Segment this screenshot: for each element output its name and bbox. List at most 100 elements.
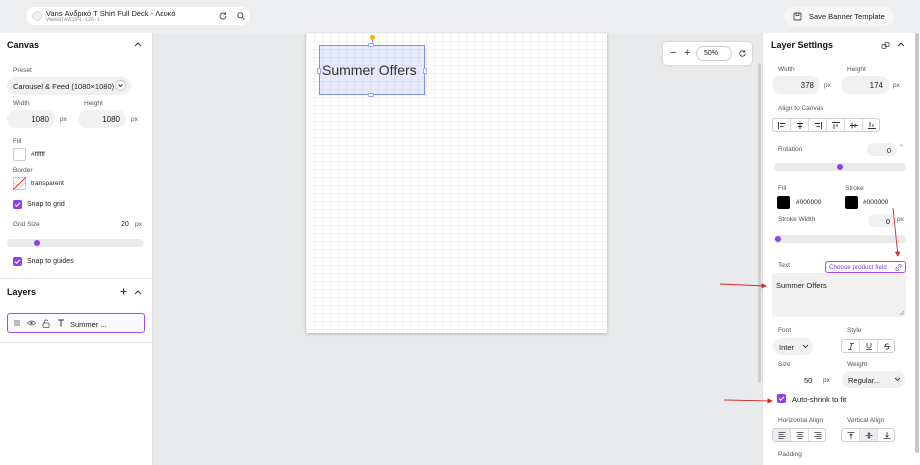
stroke-width-slider-thumb[interactable] — [775, 236, 781, 242]
chevron-down-icon — [802, 344, 809, 349]
refresh-icon[interactable] — [218, 11, 228, 21]
layer-text-value: Summer Offers — [776, 281, 827, 290]
canvas-scrollbar[interactable] — [758, 63, 761, 383]
preset-label: Preset — [13, 67, 32, 74]
align-left-button[interactable] — [773, 119, 791, 131]
rotation-slider[interactable] — [774, 163, 906, 171]
grid-size-slider[interactable] — [7, 239, 144, 247]
v-align-top-button[interactable] — [842, 429, 860, 441]
align-center-h-button[interactable] — [791, 119, 809, 131]
text-style-group — [841, 339, 895, 353]
resize-handle-bottom[interactable] — [368, 93, 374, 97]
section-divider — [0, 342, 153, 343]
choose-product-field-button[interactable]: Choose product field — [825, 261, 906, 273]
underline-button[interactable] — [860, 340, 878, 352]
resize-handle-top[interactable] — [368, 43, 374, 47]
collapse-layer-settings-chevron-icon[interactable] — [897, 41, 905, 47]
canvas-area[interactable]: Summer Offers − + 50% — [154, 33, 761, 465]
save-banner-template-button[interactable]: Save Banner Template — [784, 7, 894, 26]
align-bottom-button[interactable] — [863, 119, 881, 131]
canvas-border-swatch[interactable] — [13, 177, 26, 190]
font-size-value[interactable]: 50 — [804, 376, 812, 385]
snap-to-grid-checkbox[interactable] — [13, 200, 22, 209]
style-label: Style — [847, 327, 862, 334]
collapse-canvas-chevron-icon[interactable] — [134, 41, 142, 47]
drag-handle-icon[interactable] — [13, 319, 21, 327]
height-unit: px — [131, 116, 138, 123]
layer-height-input[interactable]: 174 — [841, 76, 889, 94]
layer-width-label: Width — [778, 66, 795, 73]
save-button-label: Save Banner Template — [809, 12, 885, 21]
snap-to-guides-checkbox[interactable] — [13, 257, 22, 266]
collapse-layers-chevron-icon[interactable] — [134, 289, 142, 295]
resize-handle-left[interactable] — [317, 68, 321, 74]
width-label: Width — [13, 100, 30, 107]
resize-handle-right[interactable] — [423, 68, 427, 74]
chevron-down-icon — [894, 377, 901, 382]
layer-width-input[interactable]: 378 — [772, 76, 820, 94]
layer-name: Summer ... — [70, 320, 107, 329]
panel-scrollbar[interactable] — [915, 33, 919, 453]
height-label: Height — [84, 100, 103, 107]
layer-item[interactable]: Summer ... — [7, 313, 145, 333]
auto-shrink-checkbox[interactable] — [777, 394, 786, 403]
align-top-button[interactable] — [827, 119, 845, 131]
unlock-icon[interactable] — [42, 319, 50, 328]
stroke-width-slider[interactable] — [774, 235, 906, 243]
zoom-control: − + 50% — [663, 42, 752, 65]
layer-settings-panel: Layer Settings Width 378 px Height 174 p… — [762, 33, 920, 465]
selected-text-layer[interactable]: Summer Offers — [319, 45, 425, 95]
grid-size-value[interactable]: 20 — [121, 221, 129, 228]
font-select[interactable]: Inter — [773, 338, 813, 355]
canvas-width-input[interactable]: 1080 — [7, 110, 55, 128]
rotation-input[interactable]: 0 — [867, 143, 897, 156]
link-icon[interactable] — [881, 41, 890, 50]
italic-button[interactable] — [842, 340, 860, 352]
layer-width-unit: px — [824, 82, 831, 89]
layer-fill-swatch[interactable] — [777, 196, 790, 209]
save-icon — [793, 12, 802, 21]
canvas-height-input[interactable]: 1080 — [78, 110, 126, 128]
canvas-fill-swatch[interactable] — [13, 148, 26, 161]
align-middle-v-button[interactable] — [845, 119, 863, 131]
transparent-slash-icon — [13, 177, 26, 190]
layer-fill-value: #000000 — [796, 199, 822, 206]
v-align-bottom-button[interactable] — [878, 429, 896, 441]
zoom-out-icon[interactable]: − — [670, 47, 676, 59]
preset-select[interactable]: Carousel & Feed (1080×1080) — [7, 77, 131, 95]
align-right-button[interactable] — [809, 119, 827, 131]
search-icon[interactable] — [236, 11, 246, 21]
preset-value: Carousel & Feed (1080×1080) — [13, 82, 115, 91]
h-align-center-button[interactable] — [791, 429, 809, 441]
h-align-left-button[interactable] — [773, 429, 791, 441]
top-bar: Vans Ανδρικό T Shirt Full Deck - Λευκό V… — [0, 0, 920, 33]
stroke-width-input[interactable]: 0 — [868, 214, 896, 227]
add-layer-plus-icon[interactable] — [120, 288, 127, 295]
font-weight-select[interactable]: Regular... — [842, 371, 905, 388]
zoom-in-icon[interactable]: + — [684, 47, 690, 59]
weight-label: Weight — [847, 361, 868, 368]
grid-size-slider-thumb[interactable] — [33, 240, 40, 246]
fill-label: Fill — [13, 138, 22, 145]
rotation-slider-thumb[interactable] — [837, 164, 843, 170]
canvas-border-value: transparent — [31, 180, 64, 187]
rotation-unit: ° — [900, 144, 903, 151]
font-size-unit: px — [823, 377, 830, 384]
stroke-width-value: 0 — [885, 217, 890, 226]
strikethrough-button[interactable] — [878, 340, 896, 352]
stroke-label: Stroke — [845, 185, 864, 192]
stroke-swatch[interactable] — [845, 196, 858, 209]
vertical-align-label: Vertical Align — [847, 417, 885, 424]
reset-zoom-icon[interactable] — [738, 49, 747, 58]
v-align-middle-button[interactable] — [860, 429, 878, 441]
eye-icon[interactable] — [27, 319, 36, 327]
layer-text-input[interactable]: Summer Offers — [772, 273, 906, 317]
vertical-align-group — [841, 428, 895, 442]
product-selector[interactable]: Vans Ανδρικό T Shirt Full Deck - Λευκό V… — [26, 7, 250, 25]
stroke-width-label: Stroke Width — [778, 216, 816, 223]
h-align-right-button[interactable] — [809, 429, 827, 441]
text-label: Text — [778, 262, 790, 269]
rotation-handle[interactable] — [370, 35, 375, 40]
resize-grip-icon[interactable] — [899, 310, 904, 315]
zoom-level-input[interactable]: 50% — [696, 46, 732, 61]
